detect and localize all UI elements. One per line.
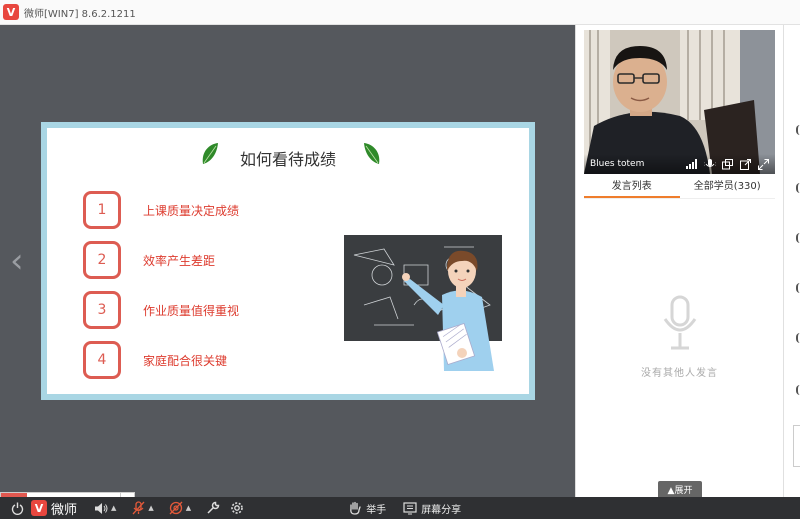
signal-icon (685, 158, 698, 171)
open-external-icon[interactable] (739, 158, 752, 171)
teacher-chalkboard-illustration (344, 235, 502, 371)
slide-list-item: 4 家庭配合很关键 (83, 340, 227, 380)
window-title: 微师[WIN7] 8.6.2.1211 (24, 8, 136, 20)
right-panel: Blues totem 发言列表 全部学员(330) 没有其他人发言 ▲展开 (575, 25, 783, 497)
speaker-dropdown-icon[interactable]: ▲ (111, 504, 116, 512)
speaker-icon[interactable] (93, 500, 109, 516)
popout-window-icon[interactable] (721, 158, 734, 171)
power-icon[interactable] (9, 500, 25, 516)
camera-off-icon[interactable] (168, 500, 184, 516)
raise-hand-button[interactable]: 举手 (347, 500, 386, 516)
video-frame-image (584, 30, 775, 174)
edge-marker-icon (796, 125, 800, 135)
edge-marker-icon (796, 283, 800, 293)
screen-share-icon (402, 500, 418, 516)
previous-slide-arrow-icon[interactable]: ‹ (10, 243, 32, 279)
side-strip (783, 25, 800, 497)
app-logo-icon: V (3, 4, 19, 20)
screen-share-label: 屏幕分享 (421, 504, 462, 516)
slide-title: 如何看待成绩 (239, 150, 336, 169)
brand-name: 微师 (51, 502, 78, 518)
number-box: 4 (83, 341, 121, 379)
hand-icon (347, 500, 363, 516)
screen-share-button[interactable]: 屏幕分享 (402, 500, 461, 516)
edge-marker-icon (796, 183, 800, 193)
video-username: Blues totem (590, 159, 645, 169)
tab-all-members[interactable]: 全部学员(330) (680, 177, 776, 198)
presentation-stage: ‹ 如何看待成绩 1 上课质量决定成绩 2 效率产生差距 3 作业质量值得重视 … (0, 25, 575, 518)
panel-tabs: 发言列表 全部学员(330) (584, 177, 775, 199)
slide-list-item: 2 效率产生差距 (83, 240, 215, 280)
slide-list-item: 1 上课质量决定成绩 (83, 190, 239, 230)
microphone-muted-icon[interactable] (130, 500, 146, 516)
brand: V 微师 (31, 499, 77, 518)
raise-hand-label: 举手 (366, 504, 387, 516)
gear-icon[interactable] (229, 500, 245, 516)
title-bar: V 微师[WIN7] 8.6.2.1211 (0, 0, 800, 25)
camera-control[interactable]: ▲ (168, 500, 191, 516)
slide: 如何看待成绩 1 上课质量决定成绩 2 效率产生差距 3 作业质量值得重视 4 … (41, 122, 535, 400)
tab-speaking-list[interactable]: 发言列表 (584, 177, 680, 198)
number-box: 1 (83, 191, 121, 229)
slide-item-label: 作业质量值得重视 (143, 303, 240, 318)
microphone-dropdown-icon[interactable]: ▲ (148, 504, 153, 512)
slide-list-item: 3 作业质量值得重视 (83, 290, 239, 330)
microphone-icon[interactable] (703, 158, 716, 171)
leaf-icon (364, 143, 380, 164)
empty-state-text: 没有其他人发言 (641, 368, 718, 379)
expand-button[interactable]: ▲展开 (658, 481, 702, 497)
slide-item-label: 家庭配合很关键 (143, 353, 228, 368)
number-box: 3 (83, 291, 121, 329)
side-input-box[interactable] (793, 425, 800, 467)
microphone-icon (663, 295, 696, 350)
slide-item-label: 效率产生差距 (143, 253, 216, 268)
edge-marker-icon (796, 385, 800, 395)
number-box: 2 (83, 241, 121, 279)
edge-marker-icon (796, 333, 800, 343)
wrench-icon[interactable] (205, 500, 221, 516)
camera-dropdown-icon[interactable]: ▲ (186, 504, 191, 512)
fullscreen-icon[interactable] (757, 158, 770, 171)
edge-marker-icon (796, 233, 800, 243)
empty-state: 没有其他人发言 (584, 295, 775, 379)
video-control-bar: Blues totem (584, 154, 775, 174)
speaker-control[interactable]: ▲ (93, 500, 116, 516)
teacher-video: Blues totem (584, 30, 775, 174)
slide-item-label: 上课质量决定成绩 (143, 203, 240, 218)
microphone-control[interactable]: ▲ (130, 500, 154, 516)
bottom-toolbar: V 微师 ▲ ▲ ▲ 举手 屏幕分享 (0, 497, 800, 519)
brand-logo-icon: V (31, 500, 47, 516)
